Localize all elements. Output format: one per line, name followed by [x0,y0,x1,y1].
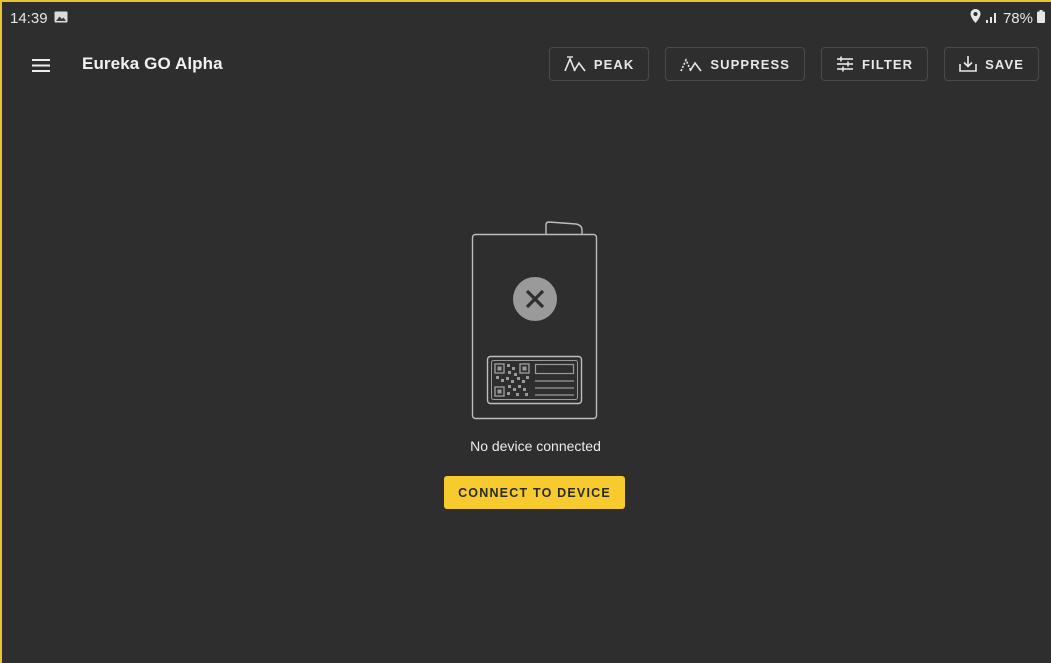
connect-to-device-button[interactable]: CONNECT TO DEVICE [444,476,625,509]
status-bar: 14:39 78% [0,0,1051,36]
status-time: 14:39 [10,9,48,27]
save-icon [959,56,977,72]
battery-icon [1037,9,1045,27]
filter-label: FILTER [862,56,914,72]
battery-text: 78% [1002,9,1033,27]
filter-button[interactable]: FILTER [821,47,929,81]
suppress-button[interactable]: SUPPRESS [665,47,806,81]
suppress-icon [680,56,703,72]
image-icon [54,10,68,27]
signal-icon [985,10,999,27]
filter-icon [836,56,854,72]
app-title: Eureka GO Alpha [82,54,223,73]
status-right: 78% [970,9,1045,27]
location-icon [970,9,981,27]
peak-icon [564,56,586,72]
peak-label: PEAK [593,56,635,72]
app-bar: Eureka GO Alpha PEAK SUPPRESS FILTER SAV… [0,44,1051,86]
toolbar-actions: PEAK SUPPRESS FILTER SAVE [548,47,1039,81]
suppress-label: SUPPRESS [710,56,791,72]
peak-button[interactable]: PEAK [548,47,650,81]
status-left: 14:39 [10,10,68,27]
empty-state-message: No device connected [470,438,601,454]
save-button[interactable]: SAVE [944,47,1039,81]
save-label: SAVE [985,56,1024,72]
menu-icon[interactable] [30,54,52,76]
disconnected-device-icon [468,218,602,427]
